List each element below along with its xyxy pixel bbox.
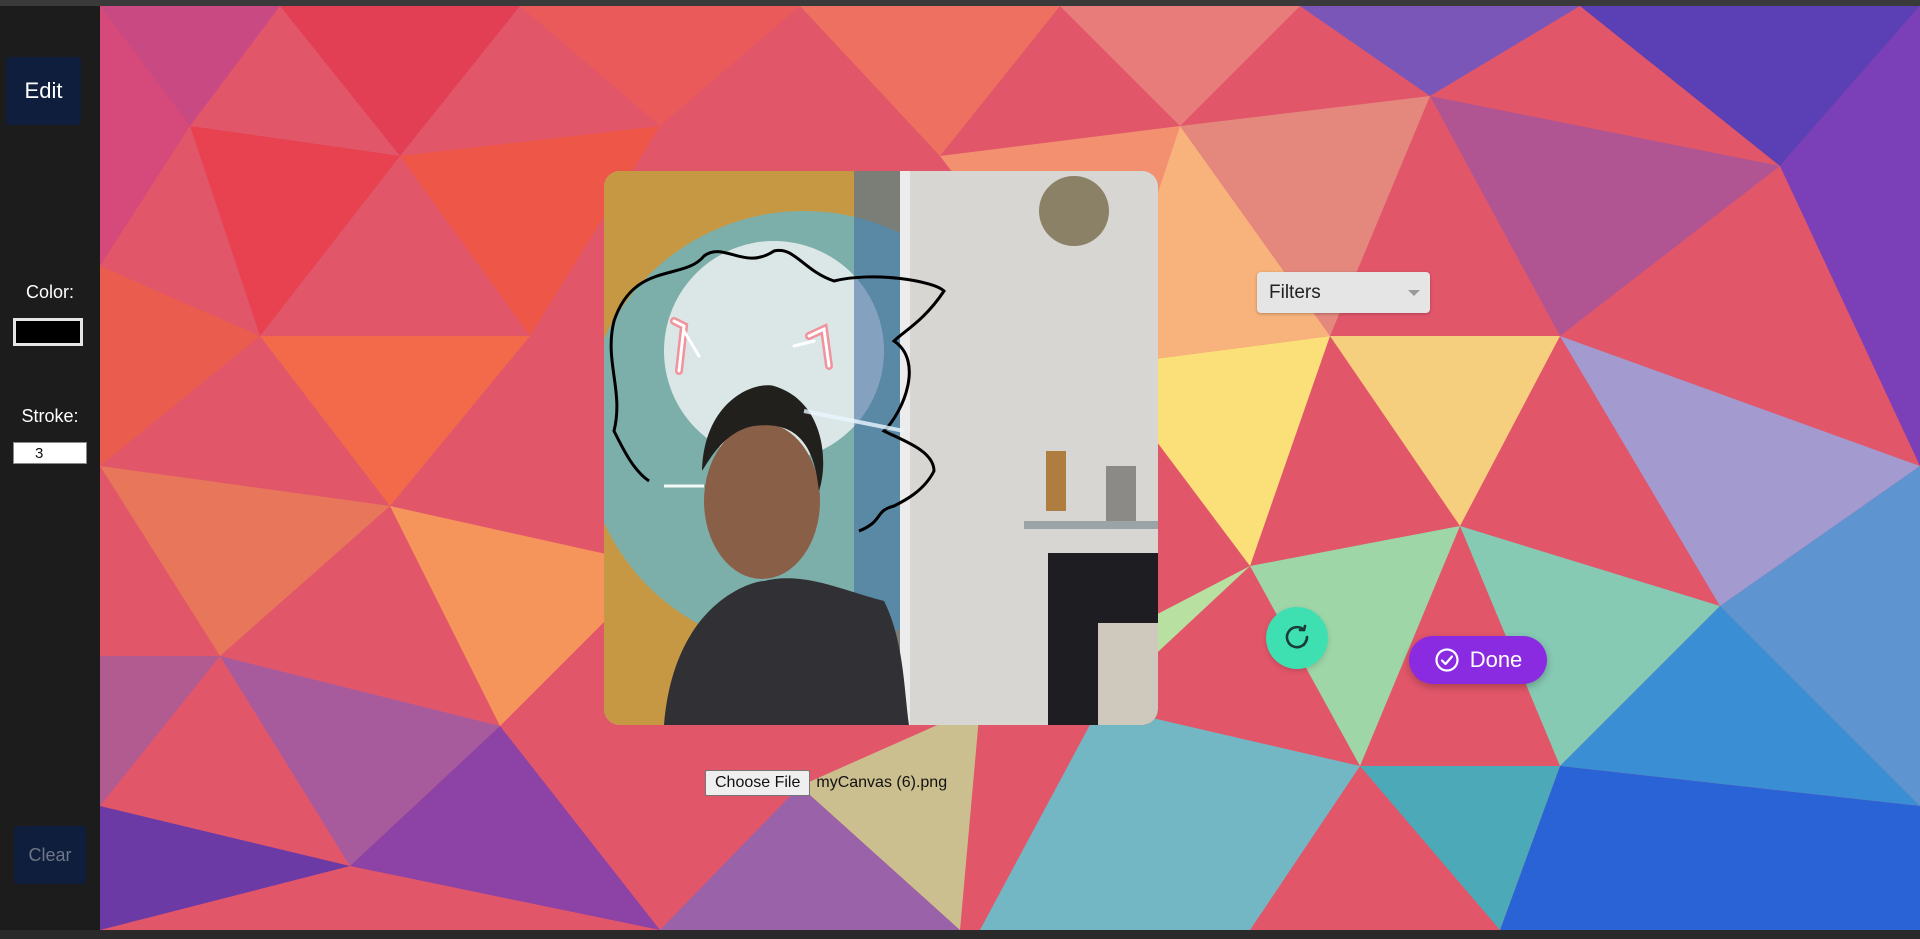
done-button[interactable]: Done (1409, 636, 1547, 684)
drawing-canvas[interactable] (604, 171, 1158, 725)
color-picker[interactable] (13, 318, 83, 346)
stroke-label: Stroke: (21, 406, 79, 426)
refresh-button[interactable] (1266, 607, 1328, 669)
editor-stage: Choose File myCanvas (6).png Filters Don… (100, 6, 1920, 930)
clear-button[interactable]: Clear (14, 826, 86, 884)
file-input-row: Choose File myCanvas (6).png (705, 769, 947, 797)
chevron-down-icon (1408, 290, 1420, 296)
filters-dropdown-label: Filters (1269, 281, 1321, 303)
check-circle-icon (1434, 647, 1460, 673)
done-button-label: Done (1469, 647, 1523, 672)
stroke-input[interactable] (13, 442, 87, 464)
refresh-icon (1282, 622, 1312, 655)
edit-button[interactable]: Edit (6, 57, 81, 125)
choose-file-button[interactable]: Choose File (705, 770, 811, 796)
file-name-label: myCanvas (6).png (816, 774, 948, 791)
color-label: Color: (25, 282, 74, 302)
filters-dropdown[interactable]: Filters (1257, 272, 1430, 313)
window-bottom-bar (0, 930, 1920, 939)
sidebar: Edit Color: Stroke: Clear (0, 6, 100, 930)
